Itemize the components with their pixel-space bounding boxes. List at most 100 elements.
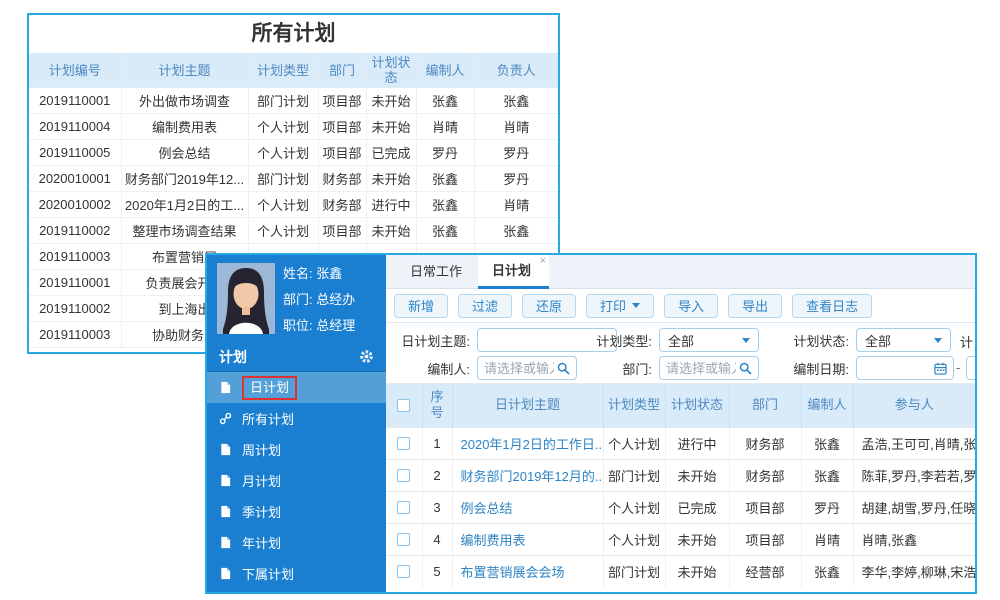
column-header: 计划状态 <box>365 53 417 88</box>
participants-cell: 孟浩,王可可,肖晴,张鑫 <box>852 426 975 459</box>
row-checkbox[interactable] <box>397 500 411 514</box>
table-cell: 部门计划 <box>247 165 319 192</box>
table-cell: 个人计划 <box>247 191 319 218</box>
plan-topic-link[interactable]: 例会总结 <box>461 501 513 516</box>
button-label: 打印 <box>600 299 627 314</box>
creator-input[interactable] <box>484 360 554 376</box>
plan-status-cell: 未开始 <box>664 522 729 555</box>
select-all-checkbox[interactable] <box>397 398 411 412</box>
type-select[interactable]: 全部 <box>659 328 759 352</box>
plan-status-cell: 未开始 <box>664 554 729 587</box>
plan-topic-link[interactable]: 2020年1月2日的工作日... <box>461 437 604 452</box>
table-cell: 张鑫 <box>473 217 558 244</box>
export-button[interactable]: 导出 <box>728 293 783 318</box>
table-cell: 未开始 <box>365 113 417 140</box>
import-button[interactable]: 导入 <box>664 293 719 318</box>
status-select[interactable]: 全部 <box>856 328 951 352</box>
profile-name: 姓名: 张鑫 <box>283 266 343 281</box>
table-cell: 2020年1月2日的工... <box>120 191 249 218</box>
sidebar-item-daily-plan[interactable]: 日计划 <box>207 372 386 403</box>
table-cell: 2020010001 <box>29 165 122 192</box>
table-cell: 外出做市场调查 <box>120 87 249 114</box>
toolbar: 新增 过滤 还原 打印 导入 导出 查看日志 <box>386 289 975 323</box>
topic-cell: 2020年1月2日的工作日... <box>451 426 604 459</box>
row-checkbox[interactable] <box>397 468 411 482</box>
select-value: 全部 <box>865 333 892 349</box>
daily-plan-table: 序号 日计划主题 计划类型 计划状态 部门 编制人 参与人 1 2020年1月2日的工作日..… <box>386 384 975 587</box>
print-button[interactable]: 打印 <box>586 293 655 318</box>
filter-status: 计划状态: 全部 <box>769 326 951 354</box>
plan-grid-container: 序号 日计划主题 计划类型 计划状态 部门 编制人 参与人 1 2020年1月2日的工作日..… <box>386 383 975 592</box>
table-cell: 财务部 <box>317 191 367 218</box>
table-cell: 个人计划 <box>247 113 319 140</box>
view-log-button[interactable]: 查看日志 <box>792 293 873 318</box>
date-input[interactable] <box>863 360 933 376</box>
button-label: 查看日志 <box>806 299 859 314</box>
desktop: 所有计划 计划编号 计划主题 计划类型 部门 计划状态 编制人 负责人 2019110001… <box>0 0 1000 600</box>
date-from-input[interactable] <box>856 356 954 380</box>
table-cell: 个人计划 <box>247 139 319 166</box>
row-number: 3 <box>421 490 452 523</box>
table-cell: 个人计划 <box>247 217 319 244</box>
file-icon <box>219 381 233 395</box>
date-input[interactable] <box>973 360 975 376</box>
filter-creator: 编制人: <box>390 354 577 382</box>
sidebar-item-label: 下属计划 <box>242 567 295 582</box>
table-cell: 2019110001 <box>29 269 122 296</box>
sidebar-item-weekly-plan[interactable]: 周计划 <box>207 434 386 465</box>
table-cell: 张鑫 <box>415 191 475 218</box>
selected-item-annotation: 日计划 <box>242 375 298 400</box>
row-checkbox[interactable] <box>397 532 411 546</box>
date-to-input[interactable] <box>966 356 975 380</box>
participants-cell: 胡建,胡雪,罗丹,任晓... <box>852 490 975 523</box>
column-header: 计划编号 <box>29 53 122 88</box>
filter-row-2: 编制人: 部门: 编制日期: <box>386 354 975 382</box>
plan-status-cell: 未开始 <box>664 458 729 491</box>
sidebar: 姓名: 张鑫 部门: 总经办 职位: 总经理 计划 日计划 所有计划 周计划 月计划季… <box>207 255 386 592</box>
table-cell: 2019110002 <box>29 295 122 322</box>
table-cell: 2019110001 <box>29 87 122 114</box>
table-header-row: 计划编号 计划主题 计划类型 部门 计划状态 编制人 负责人 <box>29 53 558 88</box>
gear-icon[interactable] <box>359 349 374 364</box>
page-title: 所有计划 <box>251 22 336 45</box>
table-row: 4 编制费用表 个人计划 未开始 项目部 肖晴 肖晴,张鑫 <box>386 522 975 555</box>
row-checkbox[interactable] <box>397 436 411 450</box>
department-search-input[interactable] <box>659 356 759 380</box>
tab-daily-plan[interactable]: 日计划 × <box>478 255 550 289</box>
column-header: 计划类型 <box>602 384 665 427</box>
department-input[interactable] <box>666 360 736 376</box>
sidebar-item-monthly-plan[interactable]: 月计划 <box>207 465 386 496</box>
plan-topic-link[interactable]: 财务部门2019年12月的... <box>461 469 604 484</box>
plan-topic-link[interactable]: 编制费用表 <box>461 533 526 548</box>
table-cell: 罗丹 <box>473 165 558 192</box>
sidebar-item-subordinate-plan[interactable]: 下属计划 <box>207 558 386 589</box>
link-icon <box>219 412 233 426</box>
chevron-down-icon <box>934 337 942 343</box>
restore-button[interactable]: 还原 <box>522 293 577 318</box>
sidebar-item-yearly-plan[interactable]: 年计划 <box>207 527 386 558</box>
filter-button[interactable]: 过滤 <box>458 293 513 318</box>
file-icon <box>219 443 233 457</box>
button-label: 新增 <box>408 299 435 314</box>
tab-daily-work[interactable]: 日常工作 <box>394 255 478 289</box>
sidebar-item-label: 周计划 <box>242 443 282 458</box>
sidebar-item-quarterly-plan[interactable]: 季计划 <box>207 496 386 527</box>
close-icon[interactable]: × <box>540 255 546 268</box>
table-cell: 肖晴 <box>415 113 475 140</box>
topic-cell: 编制费用表 <box>451 522 603 555</box>
sidebar-item-all-plans[interactable]: 所有计划 <box>207 403 386 434</box>
file-icon <box>219 536 233 550</box>
table-cell: 整理市场调查结果 <box>120 217 249 244</box>
table-cell: 已完成 <box>365 139 417 166</box>
table-cell: 张鑫 <box>415 87 475 114</box>
column-header: 计划状态 <box>664 384 729 427</box>
file-icon <box>219 567 233 581</box>
filter-date-to <box>966 354 975 382</box>
plan-topic-link[interactable]: 布置营销展会会场 <box>461 565 565 580</box>
topic-cell: 布置营销展会会场 <box>451 554 603 587</box>
creator-search-input[interactable] <box>477 356 577 380</box>
department-cell: 项目部 <box>728 490 801 523</box>
row-checkbox[interactable] <box>397 564 411 578</box>
table-cell: 例会总结 <box>120 139 249 166</box>
add-button[interactable]: 新增 <box>394 293 449 318</box>
